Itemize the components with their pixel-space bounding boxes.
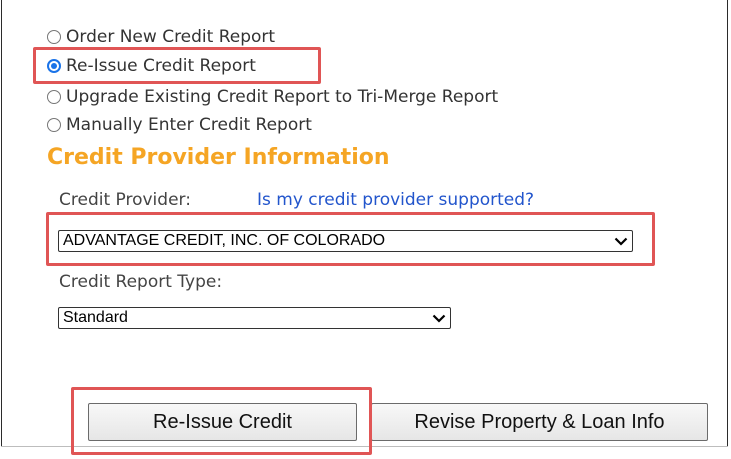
report-type-label: Credit Report Type:: [59, 272, 223, 292]
credit-provider-select[interactable]: ADVANTAGE CREDIT, INC. OF COLORADO: [58, 230, 633, 252]
radio-upgrade[interactable]: [47, 90, 61, 104]
provider-support-link[interactable]: Is my credit provider supported?: [257, 190, 534, 210]
credit-provider-value: ADVANTAGE CREDIT, INC. OF COLORADO: [63, 232, 386, 249]
option-manual-label: Manually Enter Credit Report: [66, 115, 312, 135]
radio-order-new[interactable]: [47, 30, 61, 44]
option-manual[interactable]: Manually Enter Credit Report: [47, 114, 312, 136]
chevron-down-icon: [610, 231, 632, 251]
radio-manual[interactable]: [47, 118, 61, 132]
option-upgrade[interactable]: Upgrade Existing Credit Report to Tri-Me…: [47, 86, 498, 108]
option-order-new-label: Order New Credit Report: [66, 27, 276, 47]
report-type-select[interactable]: Standard: [58, 307, 451, 329]
reissue-credit-button[interactable]: Re-Issue Credit: [88, 403, 357, 441]
revise-property-loan-button[interactable]: Revise Property & Loan Info: [371, 403, 708, 441]
section-title: Credit Provider Information: [47, 145, 390, 170]
credit-provider-label: Credit Provider:: [59, 190, 191, 210]
radio-reissue[interactable]: [47, 59, 61, 73]
panel-divider: [1, 446, 728, 447]
option-reissue-label: Re-Issue Credit Report: [66, 56, 256, 76]
chevron-down-icon: [428, 308, 450, 328]
option-reissue[interactable]: Re-Issue Credit Report: [47, 55, 256, 77]
report-type-value: Standard: [63, 309, 128, 326]
option-order-new[interactable]: Order New Credit Report: [47, 26, 275, 48]
option-upgrade-label: Upgrade Existing Credit Report to Tri-Me…: [66, 87, 499, 107]
